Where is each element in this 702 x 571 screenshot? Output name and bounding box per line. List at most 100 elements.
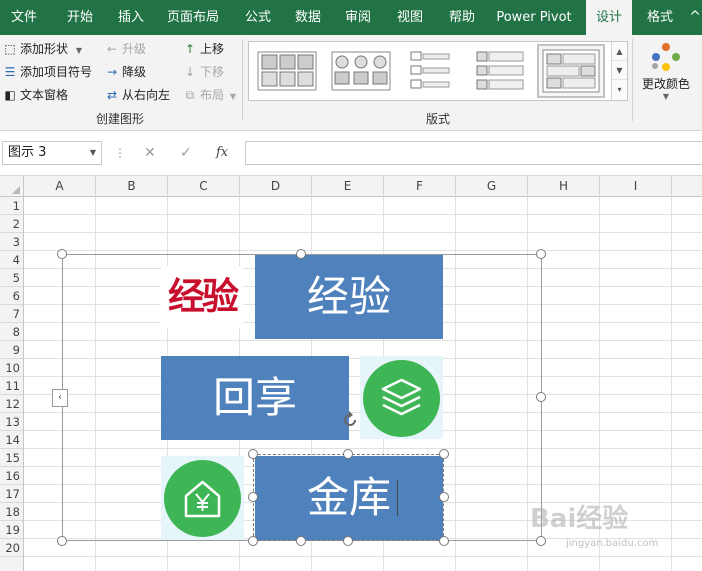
tab-page-layout[interactable]: 页面布局 bbox=[160, 0, 226, 35]
gallery-expand-icon[interactable]: ▾ bbox=[612, 80, 627, 99]
row-header[interactable]: 3 bbox=[0, 233, 23, 251]
row-header[interactable]: 17 bbox=[0, 485, 23, 503]
sizing-handle[interactable] bbox=[536, 536, 546, 546]
layers-picture[interactable] bbox=[360, 356, 443, 439]
column-header[interactable]: C bbox=[168, 176, 240, 197]
layout-thumb-2[interactable] bbox=[329, 46, 393, 96]
add-bullet-button[interactable]: ☰ 添加项目符号 bbox=[2, 62, 92, 82]
tab-format[interactable]: 格式 bbox=[636, 0, 684, 35]
swap-arrows-icon: ⇄ bbox=[106, 88, 118, 102]
demote-button[interactable]: → 降级 bbox=[104, 62, 146, 82]
sizing-handle[interactable] bbox=[57, 249, 67, 259]
row-header[interactable]: 6 bbox=[0, 287, 23, 305]
row-header[interactable]: 19 bbox=[0, 521, 23, 539]
formula-input[interactable] bbox=[245, 141, 702, 165]
chevron-down-icon[interactable]: ▼ bbox=[90, 142, 96, 164]
move-down-button[interactable]: ↓ 下移 bbox=[182, 62, 224, 82]
tab-formulas[interactable]: 公式 bbox=[236, 0, 280, 35]
layers-icon bbox=[381, 378, 422, 416]
layouts-group-label: 版式 bbox=[425, 112, 450, 126]
column-header[interactable]: E bbox=[312, 176, 384, 197]
row-header[interactable]: 20 bbox=[0, 539, 23, 557]
tab-data[interactable]: 数据 bbox=[286, 0, 330, 35]
column-header[interactable]: H bbox=[528, 176, 600, 197]
layout-button[interactable]: ⧉ 布局 ▼ bbox=[182, 85, 236, 105]
logo-picture[interactable]: 经验 bbox=[161, 266, 243, 328]
shape-sizing-handle[interactable] bbox=[248, 449, 258, 459]
row-header[interactable]: 11 bbox=[0, 377, 23, 395]
layout-thumb-4[interactable] bbox=[469, 46, 533, 96]
gallery-scroll-down-icon[interactable]: ▼ bbox=[612, 61, 627, 80]
insert-function-icon[interactable]: fx bbox=[216, 141, 228, 165]
sizing-handle[interactable] bbox=[57, 536, 67, 546]
move-down-label: 下移 bbox=[200, 65, 225, 79]
shape-sizing-handle[interactable] bbox=[296, 536, 306, 546]
tab-help[interactable]: 帮助 bbox=[440, 0, 484, 35]
layout-thumb-1[interactable] bbox=[255, 46, 319, 96]
select-all-button[interactable] bbox=[0, 176, 24, 197]
layout-thumb-3[interactable] bbox=[399, 46, 463, 96]
smartart-box-2[interactable]: 回享 bbox=[161, 356, 349, 440]
row-header[interactable]: 2 bbox=[0, 215, 23, 233]
row-header[interactable]: 18 bbox=[0, 503, 23, 521]
row-header[interactable]: 1 bbox=[0, 197, 23, 215]
shape-sizing-handle[interactable] bbox=[439, 536, 449, 546]
shape-sizing-handle[interactable] bbox=[248, 536, 258, 546]
change-colors-button[interactable]: 更改颜色 ▼ bbox=[636, 39, 696, 107]
sizing-handle[interactable] bbox=[536, 392, 546, 402]
shape-sizing-handle[interactable] bbox=[439, 492, 449, 502]
column-header[interactable]: A bbox=[24, 176, 96, 197]
sizing-handle[interactable] bbox=[536, 249, 546, 259]
tab-file[interactable]: 文件 bbox=[0, 0, 48, 35]
row-header[interactable]: 16 bbox=[0, 467, 23, 485]
add-shape-button[interactable]: ⬚ 添加形状 ▼ bbox=[2, 39, 82, 59]
text-pane-toggle-icon[interactable]: ‹ bbox=[52, 389, 68, 407]
layout-label: 布局 bbox=[200, 88, 225, 102]
column-header[interactable]: I bbox=[600, 176, 672, 197]
row-header[interactable]: 14 bbox=[0, 431, 23, 449]
tab-home[interactable]: 开始 bbox=[56, 0, 104, 35]
house-yen-picture[interactable] bbox=[161, 456, 244, 540]
chevron-down-icon: ▼ bbox=[75, 46, 82, 55]
tab-design[interactable]: 设计 bbox=[586, 0, 632, 35]
ribbon-more-icon[interactable]: ^ bbox=[688, 0, 702, 35]
shape-sizing-handle[interactable] bbox=[343, 449, 353, 459]
row-header[interactable]: 9 bbox=[0, 341, 23, 359]
row-header[interactable]: 15 bbox=[0, 449, 23, 467]
row-header[interactable]: 7 bbox=[0, 305, 23, 323]
tab-power-pivot[interactable]: Power Pivot bbox=[492, 0, 576, 35]
smartart-box-1-text: 经验 bbox=[306, 272, 391, 321]
promote-button[interactable]: ← 升级 bbox=[104, 39, 146, 59]
row-header[interactable]: 5 bbox=[0, 269, 23, 287]
column-header[interactable]: B bbox=[96, 176, 168, 197]
row-header[interactable]: 12 bbox=[0, 395, 23, 413]
shape-sizing-handle[interactable] bbox=[248, 492, 258, 502]
tab-view[interactable]: 视图 bbox=[388, 0, 432, 35]
right-to-left-button[interactable]: ⇄ 从右向左 bbox=[104, 85, 170, 105]
rotate-handle-icon[interactable] bbox=[340, 410, 360, 430]
column-header[interactable]: D bbox=[240, 176, 312, 197]
gallery-scroll-up-icon[interactable]: ▲ bbox=[612, 42, 627, 61]
tab-insert[interactable]: 插入 bbox=[108, 0, 154, 35]
name-box[interactable]: 图示 3 ▼ bbox=[2, 141, 102, 165]
column-header[interactable]: F bbox=[384, 176, 456, 197]
shape-sizing-handle[interactable] bbox=[439, 449, 449, 459]
chevron-down-icon: ▼ bbox=[662, 92, 670, 101]
row-header[interactable]: 10 bbox=[0, 359, 23, 377]
text-pane-button[interactable]: ◧ 文本窗格 bbox=[2, 85, 68, 105]
row-header[interactable]: 13 bbox=[0, 413, 23, 431]
sizing-handle[interactable] bbox=[296, 249, 306, 259]
shape-sizing-handle[interactable] bbox=[343, 536, 353, 546]
layout-thumb-5-selected[interactable] bbox=[537, 44, 605, 98]
cancel-icon[interactable]: ✕ bbox=[144, 141, 156, 165]
column-header[interactable]: G bbox=[456, 176, 528, 197]
row-header[interactable]: 4 bbox=[0, 251, 23, 269]
column-header-bar: A B C D E F G H I bbox=[0, 176, 702, 197]
enter-icon[interactable]: ✓ bbox=[180, 141, 192, 165]
row-header[interactable]: 8 bbox=[0, 323, 23, 341]
smartart-box-1[interactable]: 经验 bbox=[255, 255, 443, 339]
smartart-box-2-text: 回享 bbox=[212, 373, 297, 422]
tab-review[interactable]: 审阅 bbox=[336, 0, 380, 35]
gallery-scrollbar[interactable]: ▲ ▼ ▾ bbox=[611, 42, 627, 100]
move-up-button[interactable]: ↑ 上移 bbox=[182, 39, 224, 59]
